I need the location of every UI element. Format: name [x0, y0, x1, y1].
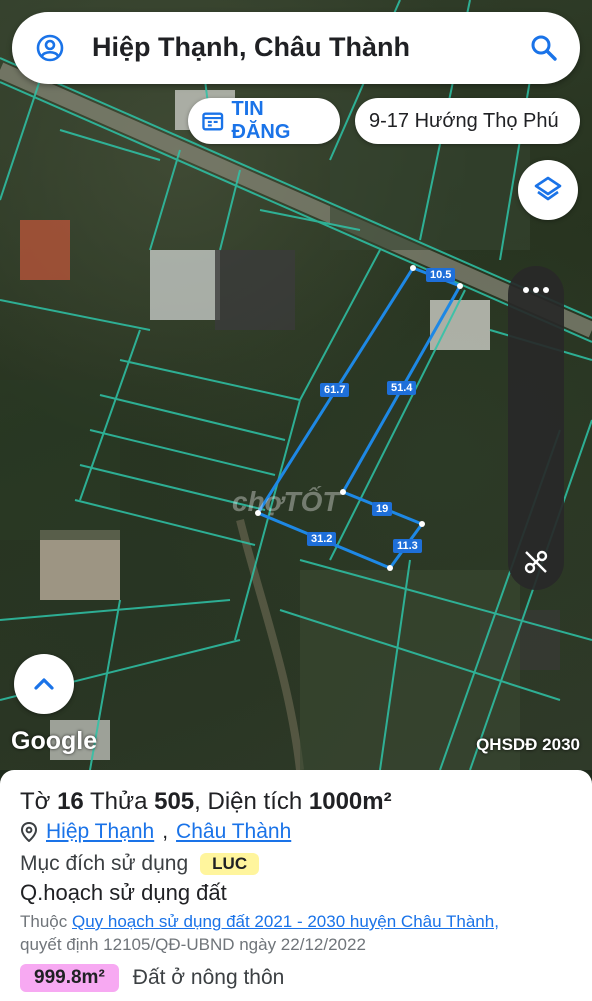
decision-text: quyết định 12105/QĐ-UBND ngày 22/12/2022: [20, 935, 366, 954]
area-prefix: , Diện tích: [194, 788, 303, 815]
side-tool-panel: [508, 266, 564, 590]
parcel-info-panel: Tờ 16 Thửa 505, Diện tích 1000m² Hiệp Th…: [0, 770, 592, 1001]
expand-up-button[interactable]: [14, 654, 74, 714]
route-chip[interactable]: 9-17 Hướng Thọ Phú: [355, 98, 580, 144]
dimension-label: 10.5: [426, 268, 456, 282]
plan-prefix: Thuộc: [20, 912, 68, 931]
sheet-number: 16: [57, 788, 84, 815]
chevron-up-icon: [34, 678, 54, 690]
plan-area-type: Đất ở nông thôn: [132, 966, 285, 989]
hide-overlay-icon[interactable]: [522, 548, 550, 576]
search-query[interactable]: Hiệp Thạnh, Châu Thành: [92, 32, 410, 63]
location-pin-icon: [20, 822, 38, 842]
parcel-title: Tờ 16 Thửa 505, Diện tích 1000m²: [20, 786, 572, 818]
layers-button[interactable]: [518, 160, 578, 220]
dimension-label: 61.7: [320, 383, 350, 397]
dimension-label: 51.4: [387, 381, 417, 395]
plan-layer-label: QHSDĐ 2030: [476, 735, 580, 754]
calendar-icon: [202, 112, 224, 131]
district-link[interactable]: Châu Thành: [176, 820, 291, 844]
news-chip[interactable]: TIN ĐĂNG: [188, 98, 340, 144]
purpose-code-badge: LUC: [200, 853, 260, 875]
dimension-label: 19: [372, 502, 393, 516]
layers-icon: [534, 176, 562, 201]
satellite-map[interactable]: 10.5 61.7 51.4 19 31.2 11.3 chợTỐT Hiệp …: [0, 0, 592, 770]
dimension-label: 11.3: [393, 539, 422, 553]
sheet-prefix: Tờ: [20, 788, 51, 815]
parcel-number: 505: [154, 788, 195, 815]
plan-link[interactable]: Quy hoạch sử dụng đất 2021 - 2030 huyện …: [72, 912, 499, 931]
plan-heading: Q.hoạch sử dụng đất: [20, 880, 227, 905]
plan-area-chip: 999.8m²: [20, 964, 119, 992]
search-icon[interactable]: [530, 34, 558, 62]
news-chip-label: TIN ĐĂNG: [231, 98, 291, 143]
parcel-location: Hiệp Thạnh, Châu Thành: [20, 820, 572, 844]
dimension-label: 31.2: [307, 532, 337, 546]
land-use-purpose: Mục đích sử dụng LUC: [20, 852, 572, 876]
route-chip-label: 9-17 Hướng Thọ Phú: [369, 109, 559, 132]
more-icon[interactable]: [520, 282, 552, 298]
location-separator: ,: [162, 820, 169, 843]
search-bar[interactable]: Hiệp Thạnh, Châu Thành: [12, 12, 580, 84]
plan-area-row: 999.8m² Đất ở nông thôn: [20, 964, 572, 992]
watermark: chợTỐT: [232, 486, 340, 517]
purpose-label: Mục đích sử dụng: [20, 852, 189, 875]
area-value: 1000m²: [308, 788, 392, 815]
parcel-prefix: Thửa: [90, 788, 148, 815]
account-icon[interactable]: [36, 34, 64, 62]
google-logo: Google: [11, 727, 98, 755]
plan-decision: Thuộc Quy hoạch sử dụng đất 2021 - 2030 …: [20, 910, 572, 956]
commune-link[interactable]: Hiệp Thạnh: [46, 820, 154, 844]
